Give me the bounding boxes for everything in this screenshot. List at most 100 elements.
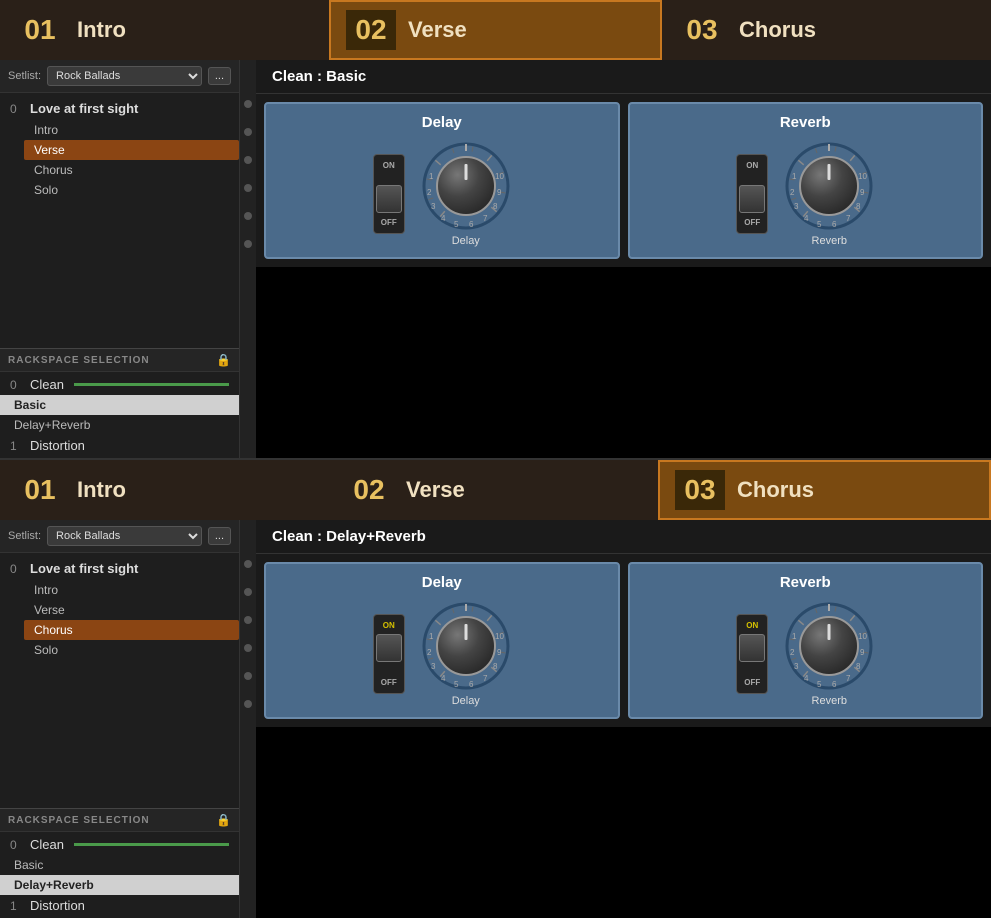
- part-verse-2[interactable]: 02 Verse: [329, 460, 658, 520]
- delay-module-1: Delay ON OFF: [264, 102, 620, 259]
- reverb-knob-outer-1: 1 2 3 4 5 6 7 8 9 10: [784, 141, 874, 231]
- reverb-knob-label-1: Reverb: [812, 235, 847, 247]
- svg-text:4: 4: [804, 674, 809, 683]
- delay-knob-outer-1: 1 2 3 4 5 6 7 8 9 10: [421, 141, 511, 231]
- preset-basic-2[interactable]: Basic: [0, 855, 239, 875]
- preset-delay-reverb-1[interactable]: Delay+Reverb: [0, 415, 239, 435]
- top-bar-2: 01 Intro 02 Verse 03 Chorus: [0, 460, 991, 520]
- group-num-2: 0: [10, 838, 24, 852]
- delay-controls-1: ON OFF: [373, 141, 511, 247]
- rackspace-label-1: RACKSPACE SELECTION: [8, 355, 150, 366]
- svg-text:1: 1: [792, 632, 797, 641]
- delay-knob-container-1: 1 2 3 4 5 6 7 8 9 10: [421, 141, 511, 247]
- part-name-intro-1: Intro: [77, 17, 126, 43]
- left-dots-2: [240, 520, 256, 918]
- part-name-chorus-2: Chorus: [737, 477, 814, 503]
- svg-text:1: 1: [792, 172, 797, 181]
- distortion-group-1: 1 Distortion: [0, 435, 239, 456]
- svg-text:5: 5: [817, 680, 822, 689]
- setlist-more-button-2[interactable]: ...: [208, 527, 231, 545]
- song-part-chorus-2[interactable]: Chorus: [24, 620, 239, 640]
- rackspace-header-2: RACKSPACE SELECTION 🔒: [0, 808, 239, 832]
- part-intro-1[interactable]: 01 Intro: [0, 0, 329, 60]
- part-intro-2[interactable]: 01 Intro: [0, 460, 329, 520]
- dot-12: [244, 700, 252, 708]
- part-verse-1[interactable]: 02 Verse: [329, 0, 662, 60]
- rack-title-2: Clean : Delay+Reverb: [256, 520, 991, 554]
- part-number-1: 01: [15, 10, 65, 50]
- setlist-select-2[interactable]: Rock Ballads: [47, 526, 202, 546]
- delay-title-1: Delay: [422, 114, 462, 131]
- toggle-lever-1: [376, 185, 402, 213]
- dot-6: [244, 240, 252, 248]
- song-number-2: 0: [10, 562, 24, 576]
- part-chorus-1[interactable]: 03 Chorus: [662, 0, 991, 60]
- svg-text:7: 7: [846, 674, 851, 683]
- reverb-knob-1[interactable]: [799, 156, 859, 216]
- rack-row-2: Delay ON OFF: [256, 554, 991, 727]
- distortion-num-2: 1: [10, 899, 24, 913]
- svg-text:6: 6: [469, 220, 474, 229]
- rackspace-group-1: 0 Clean: [0, 374, 239, 395]
- delay-knob-2[interactable]: [436, 616, 496, 676]
- svg-text:2: 2: [790, 188, 795, 197]
- setlist-bar-1: Setlist: Rock Ballads ...: [0, 60, 239, 93]
- reverb-controls-1: ON OFF: [736, 141, 874, 247]
- svg-text:2: 2: [790, 648, 795, 657]
- group-name-1: Clean: [30, 377, 64, 392]
- svg-text:3: 3: [794, 202, 799, 211]
- rackspace-group-2: 0 Clean: [0, 834, 239, 855]
- part-chorus-2[interactable]: 03 Chorus: [658, 460, 991, 520]
- delay-toggle-2[interactable]: ON OFF: [373, 614, 405, 694]
- song-part-intro-1[interactable]: Intro: [24, 120, 239, 140]
- rack-title-1: Clean : Basic: [256, 60, 991, 94]
- svg-text:6: 6: [832, 680, 837, 689]
- group-name-2: Clean: [30, 837, 64, 852]
- delay-knob-container-2: 1 2 3 4 5 6 7 8 9 10: [421, 601, 511, 707]
- svg-text:10: 10: [495, 172, 504, 181]
- lock-icon-2: 🔒: [216, 813, 231, 827]
- dot-4: [244, 184, 252, 192]
- part-number-chorus-1: 03: [677, 10, 727, 50]
- song-parts-1: Intro Verse Chorus Solo: [0, 120, 239, 200]
- svg-text:4: 4: [441, 674, 446, 683]
- delay-knob-label-2: Delay: [452, 695, 480, 707]
- song-part-intro-2[interactable]: Intro: [24, 580, 239, 600]
- reverb-knob-2[interactable]: [799, 616, 859, 676]
- part-name-verse-2: Verse: [406, 477, 465, 503]
- reverb-knob-container-1: 1 2 3 4 5 6 7 8 9 10: [784, 141, 874, 247]
- reverb-toggle-off-2: OFF: [744, 678, 760, 687]
- setlist-more-button-1[interactable]: ...: [208, 67, 231, 85]
- song-part-verse-1[interactable]: Verse: [24, 140, 239, 160]
- song-part-solo-1[interactable]: Solo: [24, 180, 239, 200]
- dot-5: [244, 212, 252, 220]
- song-part-solo-2[interactable]: Solo: [24, 640, 239, 660]
- setlist-select-1[interactable]: Rock Ballads: [47, 66, 202, 86]
- svg-text:8: 8: [493, 202, 498, 211]
- reverb-module-2: Reverb ON OFF: [628, 562, 984, 719]
- preset-basic-1[interactable]: Basic: [0, 395, 239, 415]
- song-parts-2: Intro Verse Chorus Solo: [0, 580, 239, 660]
- part-number-intro-2: 01: [15, 470, 65, 510]
- setlist-bar-2: Setlist: Rock Ballads ...: [0, 520, 239, 553]
- reverb-toggle-lever-2: [739, 634, 765, 662]
- delay-toggle-1[interactable]: ON OFF: [373, 154, 405, 234]
- group-bar-2: [74, 843, 229, 846]
- svg-text:10: 10: [858, 632, 867, 641]
- reverb-toggle-1[interactable]: ON OFF: [736, 154, 768, 234]
- svg-text:5: 5: [454, 220, 459, 229]
- rack-row-1: Delay ON OFF: [256, 94, 991, 267]
- delay-knob-1[interactable]: [436, 156, 496, 216]
- preset-delay-reverb-2[interactable]: Delay+Reverb: [0, 875, 239, 895]
- part-name-verse-1: Verse: [408, 17, 467, 43]
- svg-text:8: 8: [493, 662, 498, 671]
- song-part-verse-2[interactable]: Verse: [24, 600, 239, 620]
- song-list-2: 0 Love at first sight Intro Verse Chorus…: [0, 553, 239, 664]
- reverb-toggle-2[interactable]: ON OFF: [736, 614, 768, 694]
- delay-toggle-on-2: ON: [383, 621, 395, 630]
- svg-text:1: 1: [429, 172, 434, 181]
- rack-black-1: [256, 267, 991, 458]
- song-part-chorus-1[interactable]: Chorus: [24, 160, 239, 180]
- reverb-title-2: Reverb: [780, 574, 831, 591]
- dot-2: [244, 128, 252, 136]
